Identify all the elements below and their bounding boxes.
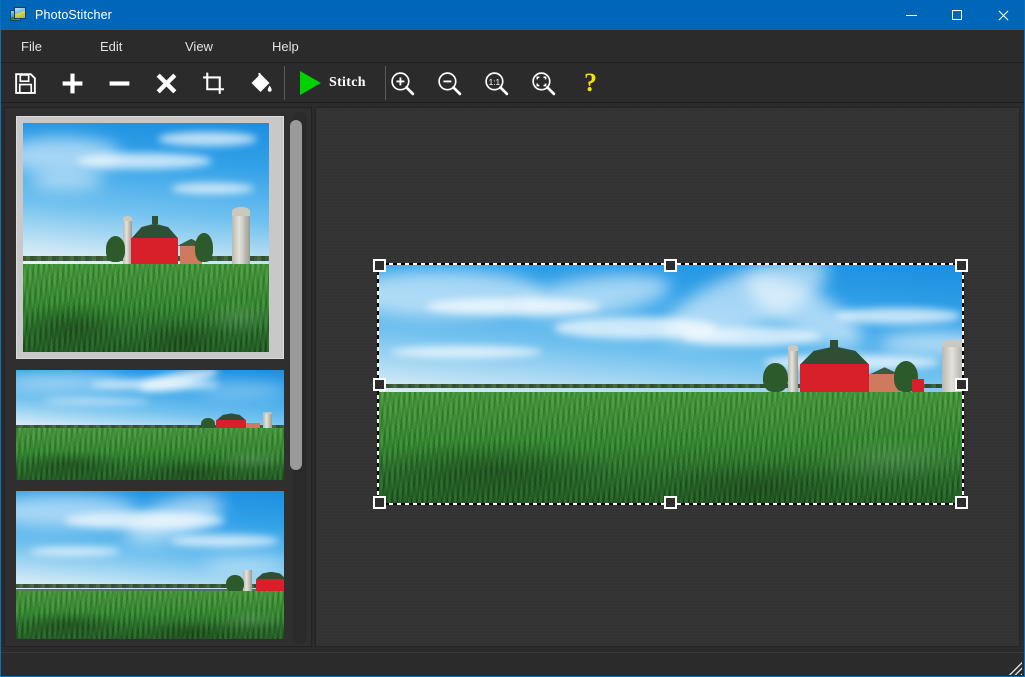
resize-grip-icon[interactable] [1006,659,1022,675]
selection-handle-s[interactable] [664,496,677,509]
window-controls [888,0,1024,30]
menu-bar: File Edit View Help [1,30,1024,63]
save-button[interactable] [2,63,49,103]
thumbnail-list [5,108,297,646]
menu-item-help[interactable]: Help [266,30,305,63]
floppy-disk-icon [15,72,36,94]
thumbnail-2-image [16,370,284,480]
svg-text:1:1: 1:1 [489,77,501,87]
help-button[interactable]: ? [567,63,614,103]
thumbnail-3[interactable] [16,491,284,639]
clear-all-button[interactable] [143,63,190,103]
menu-item-file[interactable]: File [15,30,48,63]
thumbnail-1-image [23,123,269,352]
thumbnail-2[interactable] [16,370,284,480]
remove-image-button[interactable] [96,63,143,103]
plus-icon [62,73,83,93]
selection-handle-w[interactable] [373,378,386,391]
selection-handle-se[interactable] [955,496,968,509]
magnifier-fit-icon [532,71,556,95]
maximize-icon [952,10,962,20]
selection-handle-ne[interactable] [955,259,968,272]
selection-handle-sw[interactable] [373,496,386,509]
stitched-panorama-image [379,265,962,503]
zoom-fit-button[interactable] [520,63,567,103]
stitched-panorama[interactable] [373,259,968,509]
minimize-icon [905,14,917,16]
fill-button[interactable] [237,63,284,103]
question-mark-icon: ? [584,68,597,97]
window-title: PhotoStitcher [35,8,112,22]
toolbar: Stitch 1:1 ? [1,63,1024,103]
close-button[interactable] [980,0,1024,30]
toolbar-separator [284,66,285,100]
selection-handle-e[interactable] [955,378,968,391]
photostitcher-window: PhotoStitcher File Edit View Help Stitch… [0,0,1025,677]
status-bar [1,652,1024,676]
zoom-out-button[interactable] [426,63,473,103]
thumbnail-3-image [16,491,284,639]
add-image-button[interactable] [49,63,96,103]
title-bar: PhotoStitcher [1,0,1024,30]
photo-stack-icon [10,6,27,24]
zoom-actual-button[interactable]: 1:1 [473,63,520,103]
sidebar-scrollbar-thumb[interactable] [290,120,302,470]
selection-handle-n[interactable] [664,259,677,272]
menu-item-view[interactable]: View [179,30,219,63]
zoom-in-button[interactable] [379,63,426,103]
stitch-label: Stitch [329,75,366,90]
paint-bucket-icon [251,72,272,92]
thumbnail-1[interactable] [16,116,284,359]
crop-button[interactable] [190,63,237,103]
minus-icon [109,80,130,86]
stitch-button[interactable]: Stitch [289,63,380,103]
play-triangle-icon [300,71,321,95]
maximize-button[interactable] [934,0,980,30]
magnifier-plus-icon [391,71,415,95]
x-cross-icon [156,73,177,93]
selection-handle-nw[interactable] [373,259,386,272]
canvas-area[interactable] [315,107,1020,647]
image-list-panel [4,107,312,647]
sidebar-scrollbar-track[interactable] [290,112,307,644]
minimize-button[interactable] [888,0,934,30]
menu-item-edit[interactable]: Edit [94,30,128,63]
magnifier-minus-icon [438,71,462,95]
close-icon [998,10,1009,21]
workspace [1,103,1024,651]
crop-icon [203,72,224,94]
magnifier-1to1-icon: 1:1 [485,71,509,95]
